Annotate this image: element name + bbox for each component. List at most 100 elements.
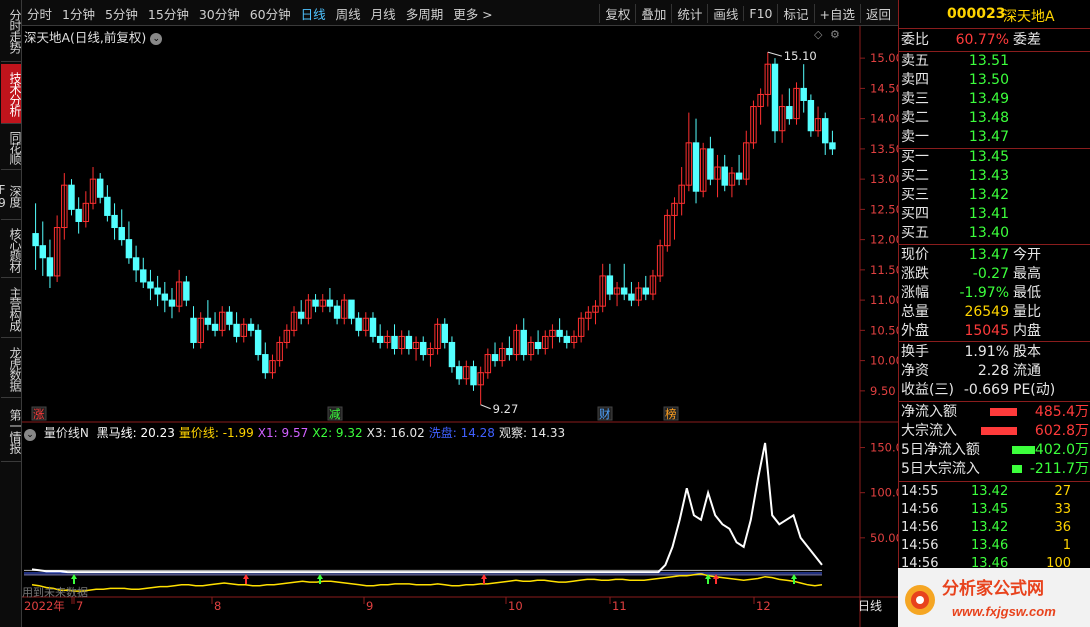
period-tab-7[interactable]: 周线 bbox=[331, 4, 366, 23]
period-tab-8[interactable]: 月线 bbox=[366, 4, 401, 23]
period-tab-0[interactable]: 分时 bbox=[22, 4, 57, 23]
indicator-value-2: X1: 9.57 bbox=[257, 426, 309, 440]
candle-body bbox=[721, 166, 728, 186]
candle bbox=[412, 336, 420, 361]
candle bbox=[362, 312, 370, 337]
candle-body bbox=[369, 317, 377, 337]
period-tab-1[interactable]: 1分钟 bbox=[57, 4, 100, 23]
flow-row-1-value: 602.8万 bbox=[1034, 423, 1089, 439]
period-tab-3[interactable]: 15分钟 bbox=[143, 4, 194, 23]
event-mark-label: 涨 bbox=[33, 407, 45, 421]
tool-button-0[interactable]: 复权 bbox=[599, 3, 635, 23]
indicator-value-3: X2: 9.32 bbox=[312, 426, 363, 440]
bid-row-2: 买三 13.42 bbox=[899, 186, 1090, 205]
candle bbox=[175, 269, 183, 313]
period-tab-10[interactable]: 更多 > bbox=[448, 4, 497, 23]
stat-row-2-label: 涨幅 bbox=[901, 285, 929, 301]
candle bbox=[312, 294, 319, 313]
candle bbox=[822, 112, 829, 155]
flow-bar bbox=[989, 408, 1017, 416]
candle bbox=[369, 312, 377, 343]
candle bbox=[635, 281, 642, 307]
tool-button-3[interactable]: 画线 bbox=[707, 3, 743, 23]
bid-row-2-value: 13.42 bbox=[968, 187, 1009, 203]
candle-body bbox=[470, 366, 477, 386]
event-mark-label: 榜 bbox=[665, 407, 677, 421]
candle bbox=[384, 330, 391, 349]
candle bbox=[829, 130, 836, 155]
candle bbox=[305, 294, 312, 325]
weibi-row-label: 委比 bbox=[901, 32, 929, 48]
low-marker-label: 9.27 bbox=[493, 402, 519, 416]
flow-row-3: 5日大宗流入 -211.7万 bbox=[899, 460, 1090, 479]
stat-row-1: 涨跌 -0.27 最高 bbox=[899, 265, 1090, 284]
candle-body bbox=[455, 366, 463, 380]
price-tick-label: 9.50 bbox=[870, 384, 896, 398]
candle bbox=[800, 64, 807, 113]
tool-button-1[interactable]: 叠加 bbox=[635, 3, 671, 23]
candle bbox=[743, 130, 750, 186]
price-tick-label: 11.00 bbox=[870, 293, 898, 307]
candle bbox=[470, 360, 477, 391]
candle bbox=[707, 136, 714, 186]
stock-name: 深天地A bbox=[1003, 9, 1055, 25]
candle-body bbox=[822, 118, 829, 144]
candle bbox=[32, 203, 39, 270]
gear-icon: ⚙ bbox=[830, 28, 840, 41]
tool-button-2[interactable]: 统计 bbox=[671, 3, 707, 23]
flow-row-0-label: 净流入额 bbox=[901, 404, 957, 420]
kline-chart[interactable]: 15.00 14.50 14.00 13.50 13.00 12.50 12.00 11.50… bbox=[22, 26, 898, 627]
flow-row-1: 大宗流入 602.8万 bbox=[899, 422, 1090, 441]
period-tab-4[interactable]: 30分钟 bbox=[194, 4, 245, 23]
left-tab-0[interactable]: 分时走势 bbox=[1, 0, 22, 62]
candle bbox=[341, 294, 348, 325]
candle bbox=[183, 275, 190, 307]
ask-row-4-label: 卖一 bbox=[901, 129, 929, 145]
left-tab-2[interactable]: 同花顺 bbox=[1, 126, 22, 170]
tool-button-5[interactable]: 标记 bbox=[777, 3, 813, 23]
price-tick-label: 10.50 bbox=[870, 323, 898, 337]
bid-row-3-value: 13.41 bbox=[968, 206, 1009, 222]
watermark-text: 分析家公式网 bbox=[942, 578, 1044, 598]
period-tab-2[interactable]: 5分钟 bbox=[100, 4, 143, 23]
candle bbox=[283, 324, 291, 349]
left-tab-1[interactable]: 技术分析 bbox=[1, 64, 22, 124]
candle-body bbox=[154, 287, 161, 295]
candle-body bbox=[563, 335, 571, 343]
stat2-row-0-label2: 股本 bbox=[1013, 344, 1041, 360]
candle bbox=[132, 245, 140, 282]
period-tab-6[interactable]: 日线 bbox=[296, 4, 331, 23]
stat2-row-0-value: 1.91% bbox=[964, 344, 1009, 360]
left-tab-7[interactable]: 第一情报 bbox=[1, 400, 22, 462]
tick-time: 14:56 bbox=[901, 502, 939, 517]
candle-body bbox=[183, 281, 190, 301]
candle bbox=[699, 142, 707, 198]
event-mark-label: 财 bbox=[599, 407, 611, 421]
candle bbox=[606, 263, 614, 301]
candle bbox=[778, 94, 786, 143]
tool-button-6[interactable]: +自选 bbox=[813, 3, 860, 23]
candle bbox=[39, 221, 46, 276]
flow-row-1-label: 大宗流入 bbox=[901, 423, 957, 439]
price-tick-label: 10.00 bbox=[870, 354, 898, 368]
collapse-icon[interactable]: ⌄ bbox=[150, 32, 163, 45]
period-tab-9[interactable]: 多周期 bbox=[401, 4, 449, 23]
bid-row-3-label: 买四 bbox=[901, 206, 929, 222]
left-tab-3[interactable]: 深度F9 bbox=[0, 172, 22, 220]
low-marker-line bbox=[480, 404, 491, 410]
tick-volume: 36 bbox=[1054, 520, 1071, 535]
candle bbox=[269, 354, 276, 379]
left-tab-6[interactable]: 龙虎数据 bbox=[1, 340, 22, 398]
period-tab-5[interactable]: 60分钟 bbox=[245, 4, 296, 23]
candle-body bbox=[68, 184, 75, 210]
candle bbox=[750, 100, 757, 149]
tool-button-7[interactable]: 返回 bbox=[859, 3, 896, 23]
left-tab-5[interactable]: 主营构成 bbox=[1, 280, 22, 338]
watermark-logo: 分析家公式网 www.fxjgsw.com bbox=[905, 578, 1056, 619]
candle-body bbox=[506, 348, 513, 356]
candle bbox=[147, 269, 154, 301]
bid-row-1-value: 13.43 bbox=[968, 168, 1009, 184]
indicator-toggle-icon[interactable]: ⌄ bbox=[24, 429, 36, 441]
tool-button-4[interactable]: F10 bbox=[743, 5, 777, 21]
left-tab-4[interactable]: 核心题材 bbox=[1, 222, 22, 278]
